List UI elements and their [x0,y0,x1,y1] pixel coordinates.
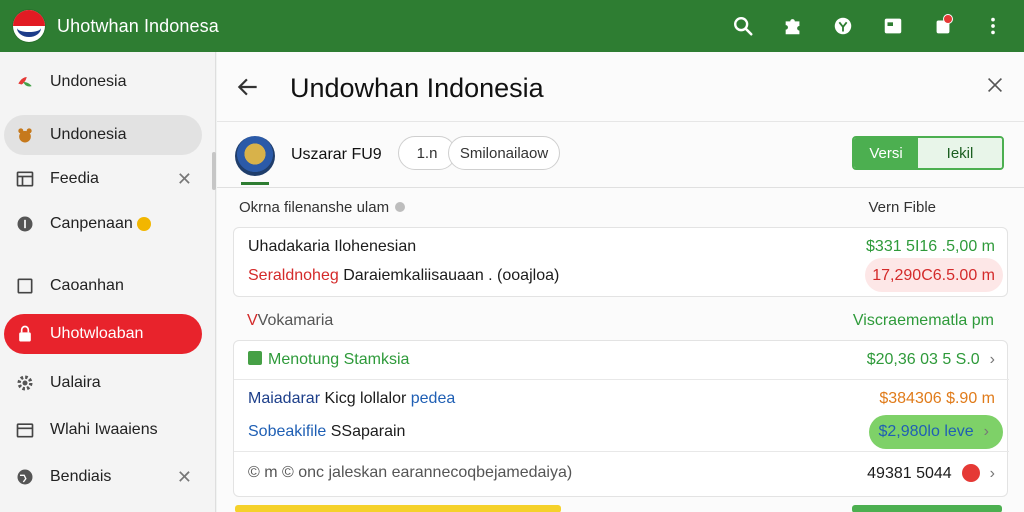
sidebar-item-label: Ualaira [50,374,101,391]
list-header-right: Vern Fible [868,199,936,216]
segment-versi[interactable]: Versi [854,138,918,168]
info-icon [14,213,36,235]
app-title: Uhotwhan Indonesa [57,15,219,36]
bear-icon [14,124,36,146]
chevron-right-icon[interactable]: › [990,465,995,482]
page-title: Undowhan Indonesia [290,73,544,103]
gear-icon [14,372,36,394]
list-header-left: Okrna filenanshe ulam [239,199,406,216]
sidebar-item-bendiais[interactable]: Bendiais ✕ [4,457,202,497]
notifications-icon[interactable] [926,10,960,42]
sidebar-item-label: Bendiais [50,468,112,485]
sidebar-item-label: Undonesia [50,73,127,90]
search-icon[interactable] [726,10,760,42]
crest-icon [235,136,275,176]
sidebar: Undonesia Undonesia Feedia ✕ Canpenaan C… [0,52,216,512]
tablet-icon [14,419,36,441]
emoji-icon [136,217,151,231]
chip-filter[interactable]: Smilonailaow [448,136,560,170]
close-icon[interactable]: ✕ [177,169,192,190]
category-icon [248,351,262,365]
sidebar-scrollbar[interactable] [212,152,216,190]
calendar-icon [14,168,36,190]
transaction-card-1[interactable]: Uhadakaria Ilohenesian $331 5I16 .5,00 m… [233,227,1008,297]
transaction-card-2[interactable]: Menotung Stamksia $20,36 03 5 S.0 › Maiad… [233,340,1009,497]
notification-badge [943,14,953,24]
info-dot-icon [395,202,406,212]
lock-icon [14,323,36,345]
sidebar-item-ualaira[interactable]: Ualaira [4,363,202,403]
sidebar-item-undonesia[interactable]: Undonesia [4,62,202,102]
top-actions [726,10,1010,42]
chevron-right-icon[interactable]: › [984,423,989,440]
globe-icon [14,466,36,488]
sidebar-item-label: Feedia [50,170,99,187]
sidebar-item-canpenaan[interactable]: Canpenaan [4,204,202,244]
crest-underline [241,182,269,185]
green-progress-bar [852,505,1002,512]
back-arrow-icon[interactable] [235,74,261,100]
main-panel: Undowhan Indonesia Uszarar FU9 1.n Smilo… [217,52,1024,512]
sidebar-item-wlahi-iwaaiens[interactable]: Wlahi Iwaaiens [4,410,202,450]
top-app-bar: Uhotwhan Indonesa [0,0,1024,52]
sidebar-item-label: Wlahi Iwaaiens [50,421,158,438]
shield-icon[interactable] [826,10,860,42]
segmented-toggle: Versi Iekil [852,136,1004,170]
sidebar-item-label: Canpenaan [50,215,133,232]
image-icon[interactable] [876,10,910,42]
segment-iekil[interactable]: Iekil [918,138,1002,168]
chevron-right-icon[interactable]: › [990,351,995,368]
panel-header: Undowhan Indonesia [217,52,1024,122]
app-logo [13,10,45,42]
sidebar-item-feedia[interactable]: Feedia ✕ [4,159,202,199]
alert-icon [961,464,980,482]
sidebar-item-label: Uhotwloaban [50,325,144,342]
yellow-progress-bar [235,505,561,512]
list-header: Okrna filenanshe ulam Vern Fible [217,189,1024,225]
square-icon [14,275,36,297]
leaf-icon [14,71,36,93]
more-vert-icon[interactable] [976,10,1010,42]
close-icon[interactable]: ✕ [177,467,192,488]
sidebar-item-undonesia-2[interactable]: Undonesia [4,115,202,155]
close-icon[interactable] [984,74,1006,96]
account-name: Uszarar FU9 [291,146,382,163]
sidebar-item-label: Undonesia [50,126,127,143]
info-row: Uszarar FU9 1.n Smilonailaow Versi Iekil [217,122,1024,188]
sidebar-item-caoanhan[interactable]: Caoanhan [4,266,202,306]
puzzle-icon[interactable] [776,10,810,42]
sidebar-item-uhotwloaban[interactable]: Uhotwloaban [4,314,202,354]
sidebar-item-label: Caoanhan [50,277,124,294]
